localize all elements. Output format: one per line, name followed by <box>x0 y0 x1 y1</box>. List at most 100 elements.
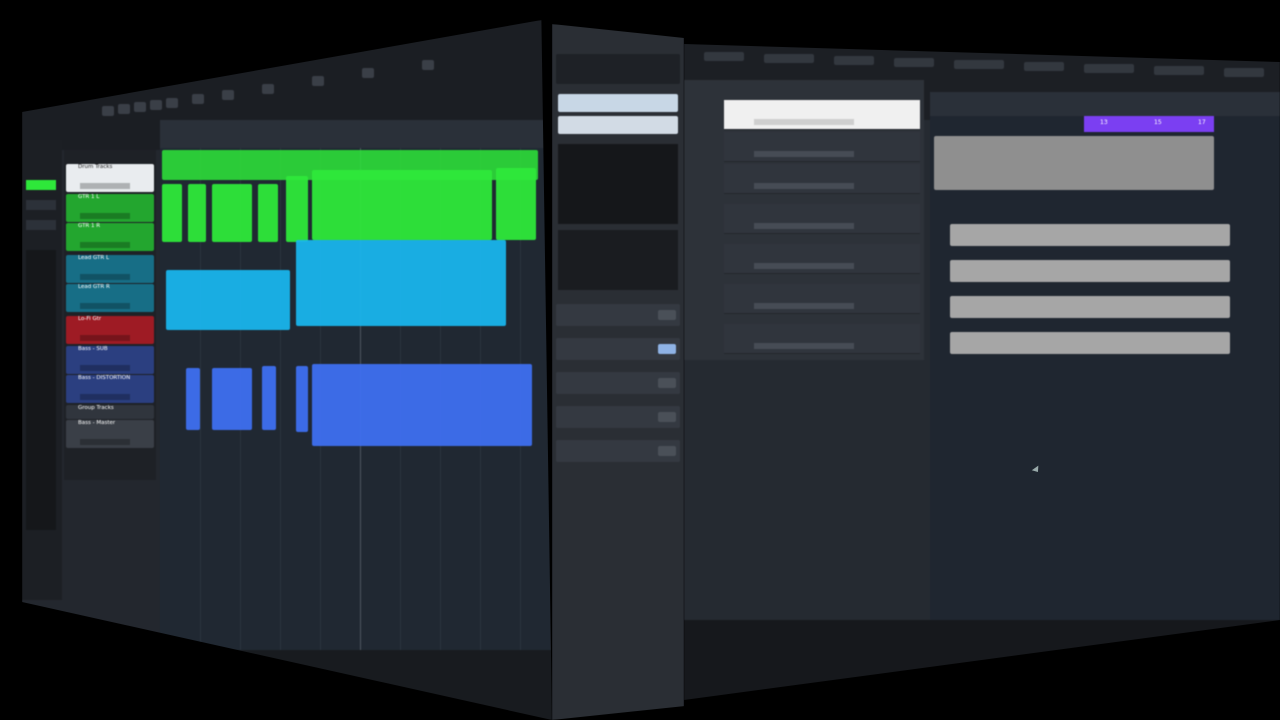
toolbar-button[interactable] <box>134 102 146 112</box>
track-drum-tracks[interactable]: Drum Tracks <box>66 164 154 192</box>
toolbar-field[interactable] <box>894 58 934 67</box>
locator-left[interactable]: 1. 1. 1. 0 <box>88 660 126 670</box>
track-lead-gtr-r[interactable]: Lead GTR R <box>66 284 154 312</box>
track-bass-sub[interactable]: Bass - SUB <box>66 346 154 374</box>
arrange-area[interactable] <box>160 120 550 680</box>
insert-slot[interactable] <box>558 94 678 112</box>
toolbar-button[interactable] <box>362 68 374 78</box>
clip-gtr[interactable] <box>212 184 252 242</box>
stop-button[interactable] <box>250 682 264 694</box>
toolbar-button[interactable] <box>150 100 162 110</box>
clip-gtr[interactable] <box>258 184 278 242</box>
clip-gtr[interactable] <box>496 168 536 240</box>
tempo-display[interactable]: 140.0 <box>1224 642 1247 651</box>
item-controls[interactable] <box>754 119 854 125</box>
toolbar-button[interactable] <box>192 94 204 104</box>
list-item[interactable] <box>724 284 920 314</box>
track-controls[interactable] <box>80 394 130 400</box>
item-controls[interactable] <box>754 151 854 157</box>
toolbar-button[interactable] <box>312 76 324 86</box>
track-bass-distortion[interactable]: Bass - DISTORTION <box>66 375 154 403</box>
list-item[interactable] <box>724 164 920 194</box>
track-controls[interactable] <box>80 274 130 280</box>
knob[interactable] <box>658 310 676 320</box>
toolbar-field[interactable] <box>704 52 744 61</box>
clip-lead-gtr[interactable] <box>296 240 506 326</box>
track-bass-master[interactable]: Bass - Master <box>66 420 154 448</box>
cycle-button[interactable]: ⟳ <box>1040 664 1056 678</box>
clip-gtr[interactable] <box>286 176 308 242</box>
clip-bass[interactable] <box>186 368 200 430</box>
cycle-button[interactable] <box>222 680 236 692</box>
forward-button[interactable]: ⏩ <box>1018 666 1034 680</box>
toolbar-field[interactable] <box>834 56 874 65</box>
toolbar-field[interactable] <box>764 54 814 63</box>
clip-gtr[interactable] <box>312 170 492 240</box>
event-block[interactable] <box>950 332 1230 354</box>
list-item[interactable] <box>724 132 920 162</box>
item-controls[interactable] <box>754 263 854 269</box>
toolbar-button[interactable] <box>102 106 114 116</box>
insert-slot[interactable] <box>558 116 678 134</box>
panel-section[interactable] <box>556 372 680 394</box>
track-gtr1r[interactable]: GTR 1 R <box>66 223 154 251</box>
list-item[interactable] <box>724 100 920 130</box>
track-controls[interactable] <box>80 335 130 341</box>
inspector-button[interactable] <box>26 220 56 230</box>
track-controls[interactable] <box>80 439 130 445</box>
event-block[interactable] <box>950 224 1230 246</box>
toolbar-field[interactable] <box>1154 66 1204 75</box>
track-lofi-gtr[interactable]: Lo-Fi Gtr <box>66 316 154 344</box>
knob[interactable] <box>658 446 676 456</box>
track-controls[interactable] <box>80 183 130 189</box>
track-controls[interactable] <box>80 213 130 219</box>
track-controls[interactable] <box>80 365 130 371</box>
cycle-range[interactable]: 13 15 17 <box>1084 116 1214 132</box>
track-lead-gtr-l[interactable]: Lead GTR L <box>66 255 154 283</box>
clip-bass[interactable] <box>296 366 308 432</box>
clip-bass[interactable] <box>312 364 532 446</box>
track-controls[interactable] <box>80 303 130 309</box>
knob[interactable] <box>658 344 676 354</box>
event-block[interactable] <box>950 260 1230 282</box>
editor-ruler[interactable] <box>930 92 1280 116</box>
toolbar-field[interactable] <box>954 60 1004 69</box>
item-controls[interactable] <box>754 343 854 349</box>
clip-gtr[interactable] <box>162 184 182 242</box>
toolbar-button[interactable] <box>118 104 130 114</box>
back-button[interactable]: ⏪ <box>996 668 1012 682</box>
toolbar-button[interactable] <box>262 84 274 94</box>
clip-lead-gtr[interactable] <box>166 270 290 330</box>
toolbar-button[interactable] <box>422 60 434 70</box>
panel-section[interactable] <box>556 304 680 326</box>
rewind-button[interactable]: ⏮ <box>974 670 990 684</box>
audio-event[interactable] <box>934 136 1214 190</box>
panel-section[interactable] <box>556 338 680 360</box>
inspector-button[interactable] <box>26 180 56 190</box>
play-button[interactable] <box>278 684 292 696</box>
editor-area[interactable]: 13 15 17 <box>930 92 1280 632</box>
position-display[interactable]: 1. 1. 1. 0 <box>1170 646 1206 655</box>
play-button[interactable]: ▶ <box>1088 660 1104 674</box>
rewind-button[interactable] <box>182 676 196 688</box>
list-item[interactable] <box>724 324 920 354</box>
list-item[interactable] <box>724 204 920 234</box>
item-controls[interactable] <box>754 183 854 189</box>
panel-section[interactable] <box>556 440 680 462</box>
knob[interactable] <box>658 412 676 422</box>
panel-section[interactable] <box>556 406 680 428</box>
track-group-tracks[interactable]: Group Tracks <box>66 405 154 419</box>
item-controls[interactable] <box>754 223 854 229</box>
toolbar-field[interactable] <box>1084 64 1134 73</box>
clip-bass[interactable] <box>262 366 276 430</box>
toolbar-field[interactable] <box>1224 68 1264 77</box>
event-block[interactable] <box>950 296 1230 318</box>
clip-gtr[interactable] <box>188 184 206 242</box>
item-controls[interactable] <box>754 303 854 309</box>
stop-button[interactable]: ■ <box>1064 662 1080 676</box>
record-button[interactable]: ● <box>1112 658 1128 672</box>
toolbar-button[interactable] <box>222 90 234 100</box>
track-controls[interactable] <box>80 242 130 248</box>
knob[interactable] <box>658 378 676 388</box>
timeline-ruler[interactable] <box>160 120 550 148</box>
